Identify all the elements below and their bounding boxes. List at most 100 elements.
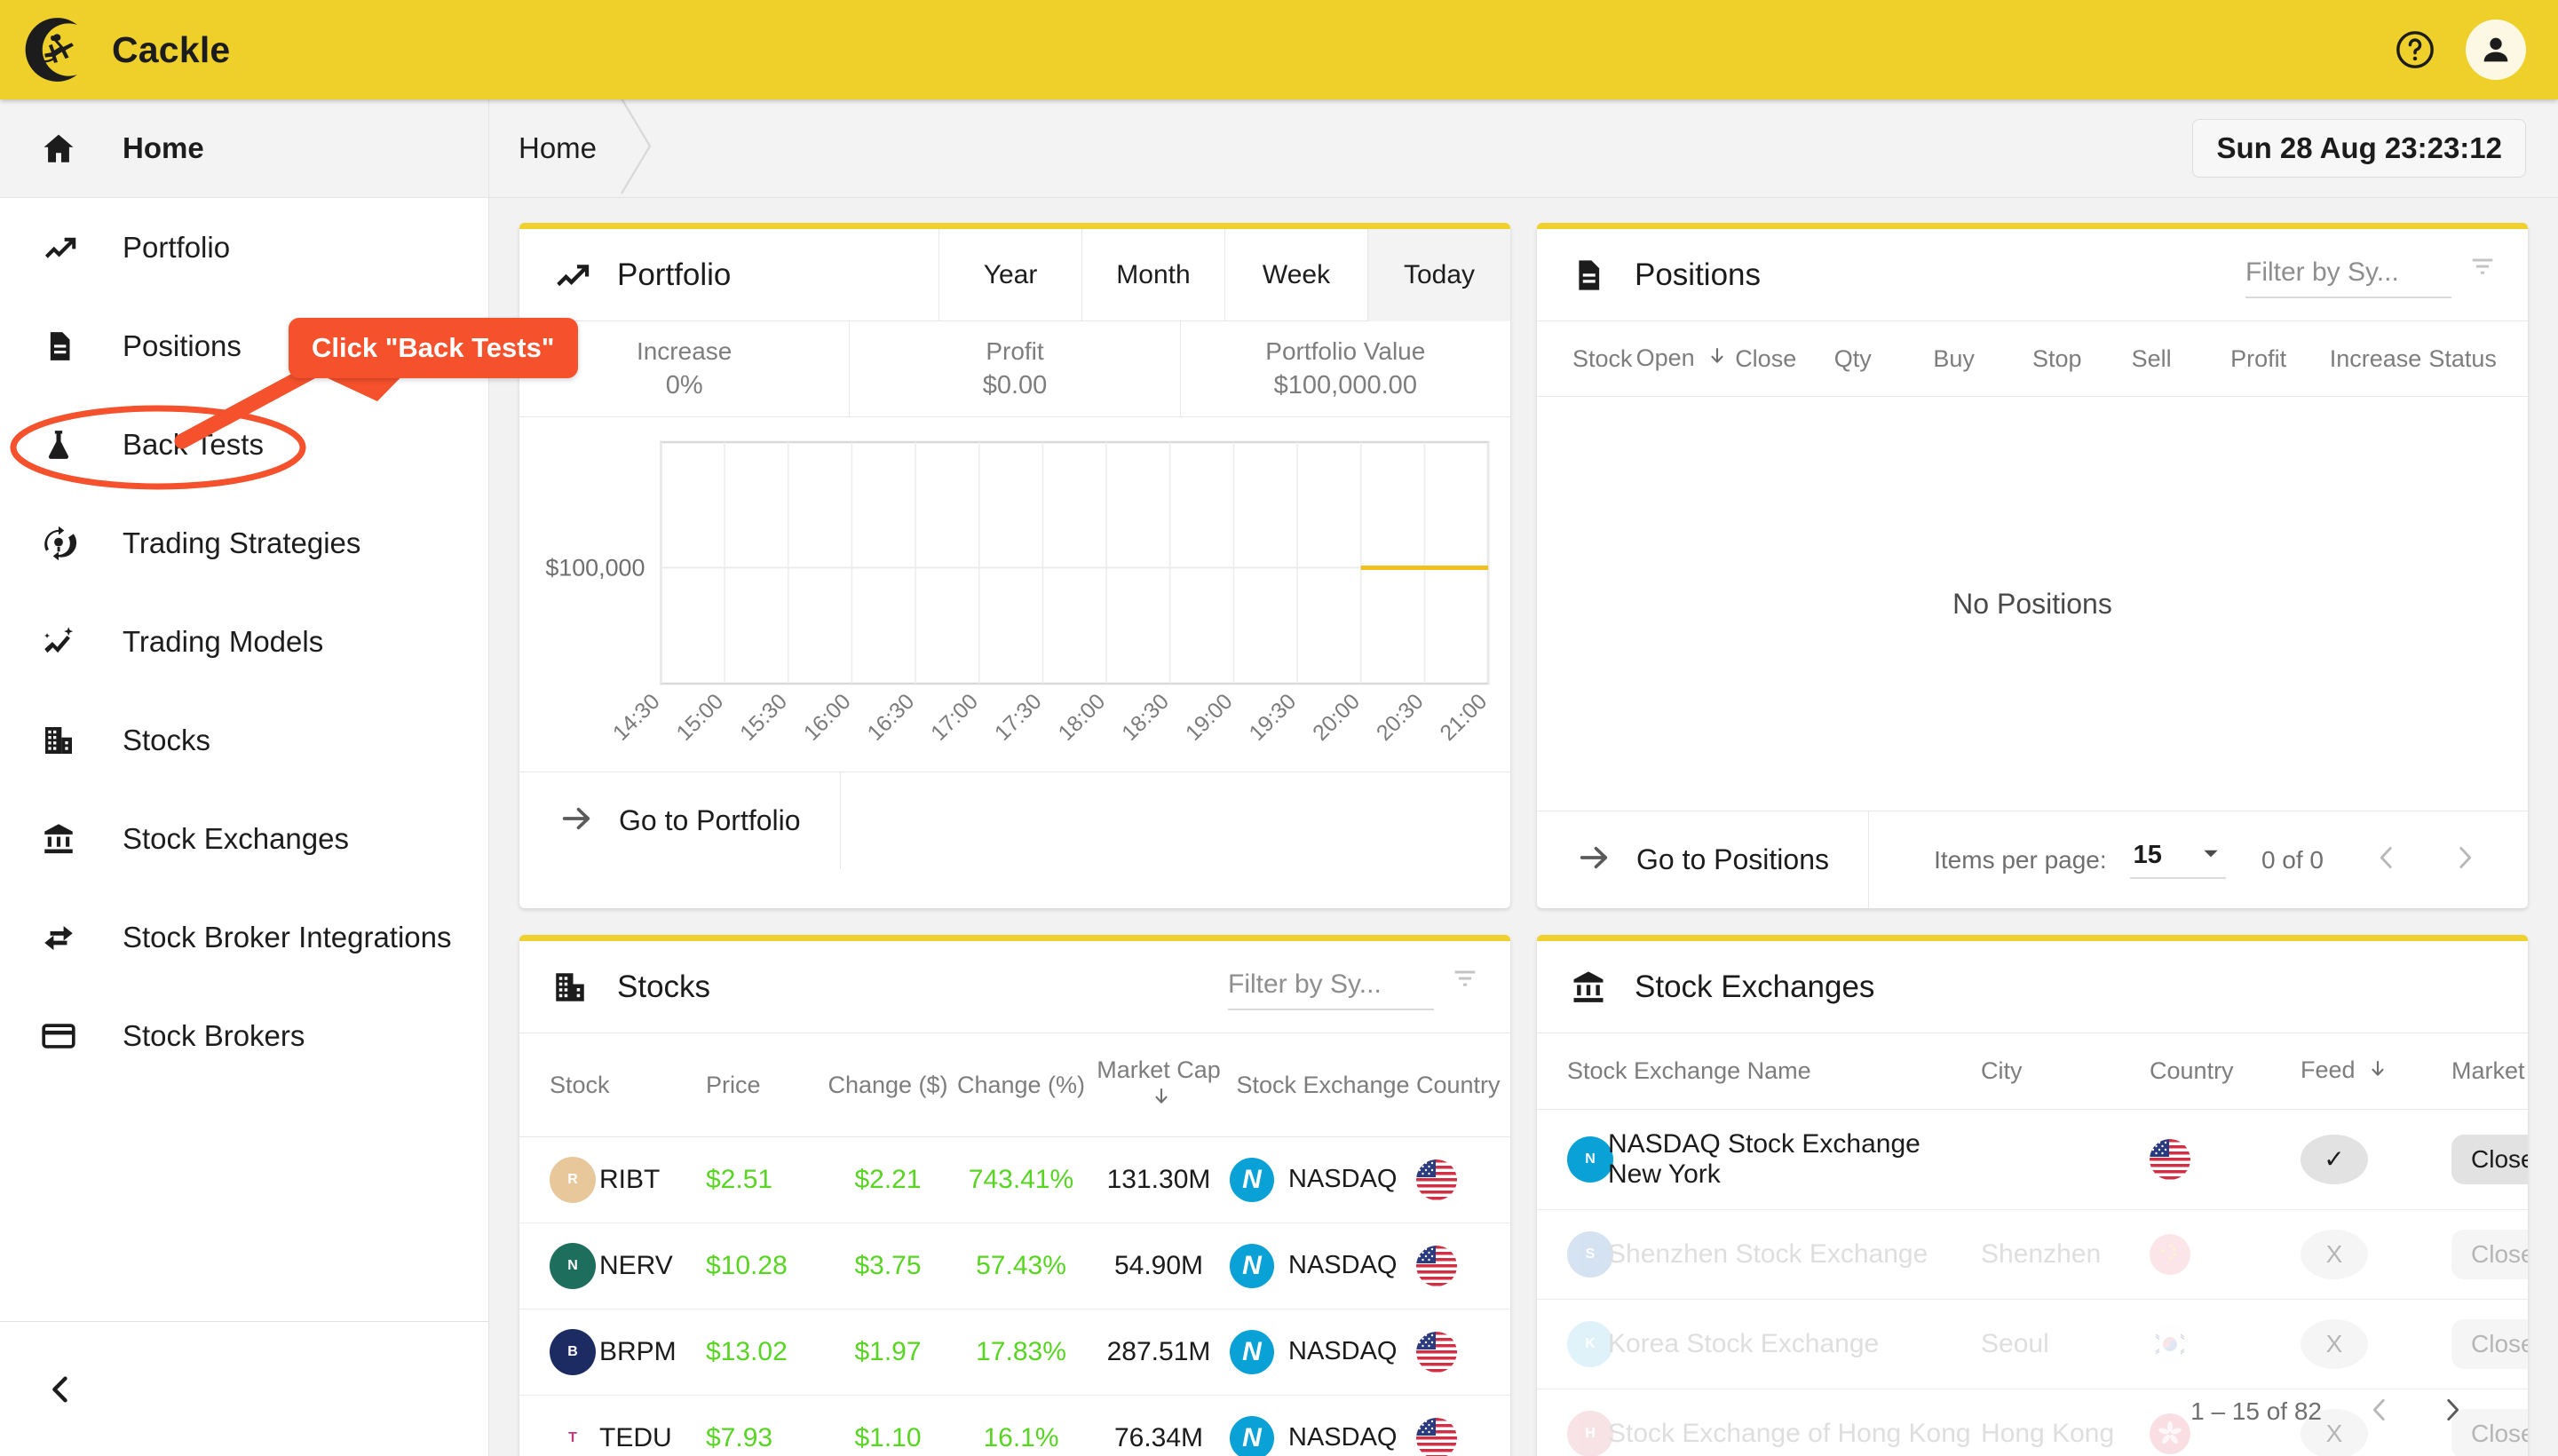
exchange-country xyxy=(2150,1209,2301,1300)
stocks-filter-field[interactable] xyxy=(1228,969,1434,1011)
table-row[interactable]: SShenzhen Stock ExchangeShenzhen X Closed xyxy=(1537,1209,2528,1300)
sidebar-item-trading-strategies[interactable]: Trading Strategies xyxy=(0,494,488,592)
sidebar-item-portfolio[interactable]: Portfolio xyxy=(0,198,488,297)
tab-year[interactable]: Year xyxy=(938,229,1081,321)
col-buy[interactable]: Buy xyxy=(1933,321,2032,398)
col-qty[interactable]: Qty xyxy=(1833,321,1934,398)
col-increase[interactable]: Increase xyxy=(2329,321,2429,398)
pager-prev-button[interactable] xyxy=(2359,843,2414,877)
stock-price: $7.93 xyxy=(706,1422,773,1452)
stock-change-pct: 743.41% xyxy=(954,1136,1088,1223)
exchange-name: Shenzhen Stock Exchange xyxy=(1608,1209,1982,1300)
items-per-page-label: Items per page: xyxy=(1934,845,2107,874)
col-open[interactable]: Open xyxy=(1635,321,1736,398)
sidebar-item-back-tests[interactable]: Back Tests xyxy=(0,395,488,494)
col-stock[interactable]: Stock xyxy=(1537,321,1636,398)
col-change-dollar[interactable]: Change ($) xyxy=(821,1033,954,1137)
table-row[interactable]: R RIBT $2.51 $2.21 743.41% 131.30M N NASDAQ xyxy=(519,1136,1510,1223)
positions-filter-field[interactable] xyxy=(2245,257,2451,298)
positions-card: Positions Stock xyxy=(1537,223,2528,909)
sidebar-item-label: Stock Exchanges xyxy=(123,821,349,855)
stock-logo-icon: T xyxy=(550,1414,596,1456)
positions-filter xyxy=(2245,251,2498,298)
sidebar-item-stocks[interactable]: Stocks xyxy=(0,691,488,789)
table-row[interactable]: B BRPM $13.02 $1.97 17.83% 287.51M N NASDAQ xyxy=(519,1309,1510,1396)
stock-exchange: N NASDAQ xyxy=(1230,1309,1416,1396)
col-price[interactable]: Price xyxy=(706,1033,821,1137)
chevron-right-icon xyxy=(620,97,655,200)
exchanges-overlay-pager: 1 – 15 of 82 xyxy=(2178,1395,2480,1429)
stock-market-cap: 131.30M xyxy=(1088,1136,1230,1223)
trending-up-icon xyxy=(551,256,592,295)
stock-exchange: N NASDAQ xyxy=(1230,1136,1416,1223)
sidebar-item-stock-exchanges[interactable]: Stock Exchanges xyxy=(0,789,488,888)
svg-text:17:30: 17:30 xyxy=(990,689,1047,746)
table-row[interactable]: T TEDU $7.93 $1.10 16.1% 76.34M N NASDAQ xyxy=(519,1395,1510,1456)
exchange-feed: X xyxy=(2301,1209,2452,1300)
col-status[interactable]: Status xyxy=(2428,321,2528,398)
sidebar-item-label: Stocks xyxy=(123,723,211,756)
tab-month[interactable]: Month xyxy=(1081,229,1224,321)
exchanges-table: Stock Exchange Name City Country Feed Ma… xyxy=(1537,1033,2528,1456)
trending-up-icon xyxy=(36,229,82,266)
table-row[interactable]: N NERV $10.28 $3.75 57.43% 54.90M N NASDAQ xyxy=(519,1223,1510,1310)
col-city[interactable]: City xyxy=(1981,1033,2150,1110)
col-exchange-name[interactable]: Stock Exchange Name xyxy=(1537,1033,1982,1110)
col-profit[interactable]: Profit xyxy=(2230,321,2330,398)
exchange-market: Closed xyxy=(2451,1299,2528,1389)
kpi-label: Portfolio Value xyxy=(1265,337,1426,365)
col-country[interactable]: Country xyxy=(1416,1033,1510,1137)
table-row[interactable]: KKorea Stock ExchangeSeoul X Closed xyxy=(1537,1299,2528,1389)
exchange-feed: X xyxy=(2301,1299,2452,1389)
sidebar-item-trading-models[interactable]: Trading Models xyxy=(0,592,488,691)
col-stock[interactable]: Stock xyxy=(519,1033,706,1137)
bank-icon xyxy=(36,820,82,858)
pager-prev-button[interactable] xyxy=(2352,1395,2407,1429)
exchange-name: NASDAQ Stock Exchange New York xyxy=(1608,1109,1982,1210)
tab-week[interactable]: Week xyxy=(1224,229,1367,321)
go-to-portfolio-button[interactable]: Go to Portfolio xyxy=(519,772,841,869)
tab-today[interactable]: Today xyxy=(1367,229,1510,321)
items-per-page-select[interactable]: 15 xyxy=(2129,841,2226,880)
positions-filter-input[interactable] xyxy=(2245,257,2451,288)
exchange-cell: N NASDAQ xyxy=(1230,1243,1416,1288)
col-market-cap-label: Market Cap xyxy=(1097,1056,1221,1084)
pager-next-button[interactable] xyxy=(2425,1395,2480,1429)
col-sell[interactable]: Sell xyxy=(2131,321,2231,398)
chevron-left-icon[interactable] xyxy=(43,1372,78,1407)
col-feed[interactable]: Feed xyxy=(2301,1033,2452,1110)
nasdaq-logo-icon: N xyxy=(1230,1415,1274,1456)
stocks-filter-input[interactable] xyxy=(1228,969,1434,1001)
col-change-pct[interactable]: Change (%) xyxy=(954,1033,1088,1137)
clock-chip: Sun 28 Aug 23:23:12 xyxy=(2192,119,2526,178)
stock-logo-icon: B xyxy=(550,1328,596,1375)
col-country[interactable]: Country xyxy=(2150,1033,2301,1110)
top-app-bar: Cackle xyxy=(0,0,2558,99)
col-stock-exchange[interactable]: Stock Exchange xyxy=(1230,1033,1416,1137)
col-close[interactable]: Close xyxy=(1735,321,1834,398)
col-market[interactable]: Market xyxy=(2451,1033,2528,1110)
kpi-value: $0.00 xyxy=(982,371,1048,400)
pager-next-button[interactable] xyxy=(2437,843,2492,877)
help-circle-icon[interactable] xyxy=(2395,29,2435,70)
table-row[interactable]: NNASDAQ Stock Exchange New York ✓ Closed xyxy=(1537,1109,2528,1210)
svg-text:$100,000: $100,000 xyxy=(545,555,645,582)
sidebar-item-home[interactable]: Home xyxy=(0,99,488,198)
nasdaq-logo-icon: N xyxy=(1230,1243,1274,1288)
stock-logo-cell: N xyxy=(519,1223,599,1310)
exchange-cell: N NASDAQ xyxy=(1230,1329,1416,1374)
stock-market-cap: 76.34M xyxy=(1113,1422,1204,1452)
sidebar-item-stock-brokers[interactable]: Stock Brokers xyxy=(0,986,488,1085)
exchange-name: NASDAQ xyxy=(1288,1251,1398,1280)
col-market-cap[interactable]: Market Cap xyxy=(1088,1033,1230,1137)
account-circle-icon[interactable] xyxy=(2466,20,2526,80)
go-to-positions-button[interactable]: Go to Positions xyxy=(1537,811,1869,909)
col-stop[interactable]: Stop xyxy=(2031,321,2132,398)
breadcrumb-item-home[interactable]: Home xyxy=(519,131,597,165)
sidebar-item-label: Back Tests xyxy=(123,427,264,461)
filter-list-icon[interactable] xyxy=(2467,251,2498,298)
portfolio-chart: $100,000 14:30 15:00 15:30 16:00 16:30 17:00 1… xyxy=(519,417,1510,772)
svg-text:15:00: 15:00 xyxy=(671,689,728,746)
sidebar-item-stock-broker-integrations[interactable]: Stock Broker Integrations xyxy=(0,888,488,986)
filter-list-icon[interactable] xyxy=(1450,963,1480,1010)
